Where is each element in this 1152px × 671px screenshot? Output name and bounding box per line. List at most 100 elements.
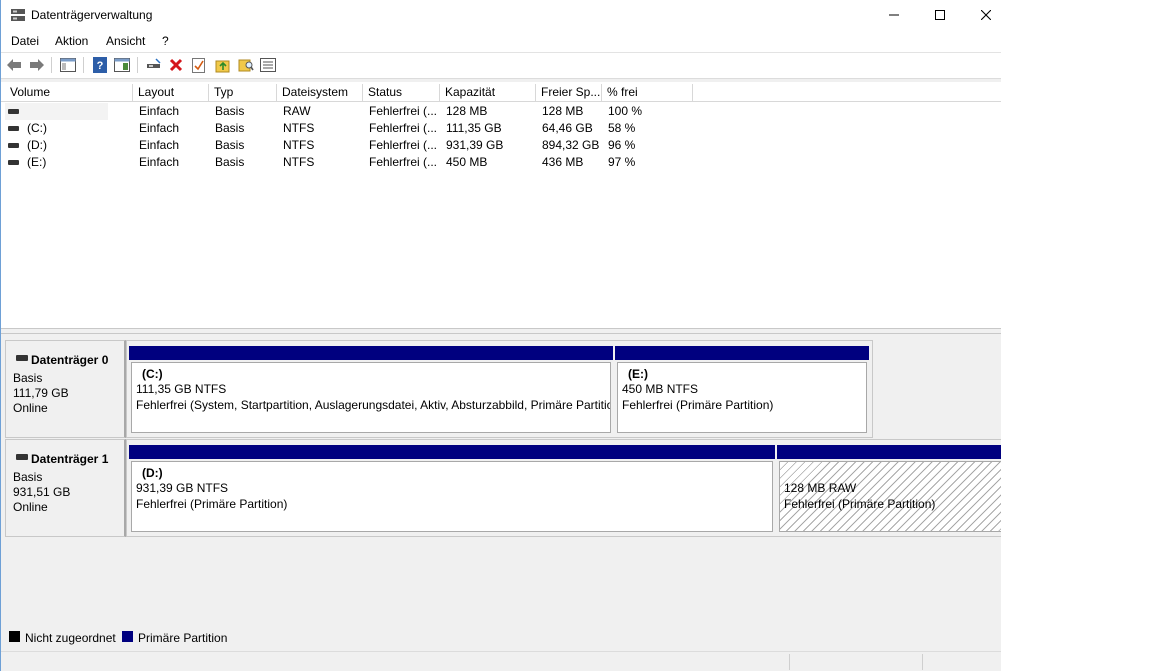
disk-0-name: Datenträger 0	[31, 353, 109, 367]
column-header-percent-free[interactable]: % frei	[602, 84, 693, 101]
menu-datei[interactable]: Datei	[11, 34, 39, 48]
show-hide-console-icon	[60, 58, 76, 72]
delete-icon	[169, 58, 183, 72]
cell-layout: Einfach	[139, 138, 180, 152]
column-header-type[interactable]: Typ	[209, 84, 277, 101]
properties-button[interactable]	[113, 56, 131, 74]
partition-d[interactable]: (D:) 931,39 GB NTFS Fehlerfrei (Primäre …	[129, 445, 775, 534]
cell-free-space: 894,32 GB	[542, 138, 600, 152]
cell-filesystem: RAW	[283, 104, 311, 118]
help-button[interactable]: ?	[91, 56, 109, 74]
disk-1-info[interactable]: Datenträger 1 Basis 931,51 GB Online	[5, 439, 126, 537]
partition-c-status: Fehlerfrei (System, Startpartition, Ausl…	[136, 398, 611, 412]
partition-d-body: (D:) 931,39 GB NTFS Fehlerfrei (Primäre …	[131, 461, 773, 532]
disk-1-type: Basis	[13, 470, 43, 484]
minimize-icon	[889, 14, 899, 16]
status-bar	[1, 651, 1001, 671]
table-row[interactable]: (C:) Einfach Basis NTFS Fehlerfrei (... …	[1, 120, 701, 137]
cell-free-space: 64,46 GB	[542, 121, 593, 135]
table-row[interactable]: Einfach Basis RAW Fehlerfrei (... 128 MB…	[1, 103, 701, 120]
forward-button[interactable]	[28, 56, 46, 74]
disk-1-state: Online	[13, 500, 48, 514]
cell-type: Basis	[215, 138, 245, 152]
disk-0-type: Basis	[13, 371, 43, 385]
volume-icon	[8, 160, 19, 165]
minimize-button[interactable]	[871, 0, 917, 30]
cell-free-space: 128 MB	[542, 104, 584, 118]
cell-free-space: 436 MB	[542, 155, 584, 169]
back-button[interactable]	[5, 56, 23, 74]
volume-icon	[8, 143, 19, 148]
legend-label-primary: Primäre Partition	[138, 631, 228, 645]
volume-list-header: Volume Layout Typ Dateisystem Status Kap…	[1, 84, 1001, 102]
primary-partition-bar	[777, 445, 1001, 459]
partition-raw-body: 128 MB RAW Fehlerfrei (Primäre Partition…	[779, 461, 1001, 532]
disk-0-info[interactable]: Datenträger 0 Basis 111,79 GB Online	[5, 340, 126, 438]
connect-button[interactable]	[145, 56, 163, 74]
title-bar: Datenträgerverwaltung	[1, 0, 1001, 30]
close-button[interactable]	[963, 0, 1001, 30]
check-button[interactable]	[190, 56, 208, 74]
list-view-button[interactable]	[259, 56, 277, 74]
cell-status: Fehlerfrei (...	[369, 104, 438, 118]
toolbar-separator	[137, 57, 138, 73]
column-header-filesystem[interactable]: Dateisystem	[277, 84, 363, 101]
row-selection-highlight	[5, 103, 108, 120]
cell-type: Basis	[215, 121, 245, 135]
folder-up-button[interactable]	[214, 56, 232, 74]
help-icon: ?	[93, 57, 107, 73]
volume-icon	[8, 109, 19, 114]
cell-volume: (E:)	[27, 155, 47, 169]
search-button[interactable]	[237, 56, 255, 74]
folder-up-icon	[215, 60, 230, 73]
partition-c-body: (C:) 111,35 GB NTFS Fehlerfrei (System, …	[131, 362, 611, 433]
close-icon	[981, 10, 991, 20]
toolbar-separator	[51, 57, 52, 73]
partition-raw[interactable]: 128 MB RAW Fehlerfrei (Primäre Partition…	[777, 445, 1001, 534]
primary-partition-bar	[615, 346, 869, 360]
connect-icon	[147, 58, 161, 68]
partition-e[interactable]: (E:) 450 MB NTFS Fehlerfrei (Primäre Par…	[615, 346, 869, 435]
partition-d-label: (D:)	[142, 466, 163, 480]
disk-0-size: 111,79 GB	[13, 386, 69, 400]
menu-help[interactable]: ?	[162, 34, 169, 48]
cell-percent-free: 96 %	[608, 138, 636, 152]
cell-type: Basis	[215, 104, 245, 118]
cell-capacity: 111,35 GB	[446, 121, 502, 135]
column-header-status[interactable]: Status	[363, 84, 440, 101]
partition-c-size: 111,35 GB NTFS	[136, 382, 227, 396]
menu-ansicht[interactable]: Ansicht	[106, 34, 145, 48]
status-bar-separator	[922, 654, 923, 670]
partition-c-label: (C:)	[142, 367, 163, 381]
cell-filesystem: NTFS	[283, 155, 315, 169]
column-header-capacity[interactable]: Kapazität	[440, 84, 536, 101]
disk-management-window: Datenträgerverwaltung Datei Aktion Ansic…	[0, 0, 1001, 671]
disk-1-name: Datenträger 1	[31, 452, 109, 466]
cell-percent-free: 100 %	[608, 104, 643, 118]
partition-e-label: (E:)	[628, 367, 648, 381]
maximize-icon	[935, 10, 945, 20]
show-hide-console-button[interactable]	[59, 56, 77, 74]
cell-capacity: 450 MB	[446, 155, 488, 169]
column-header-free-space[interactable]: Freier Sp...	[536, 84, 602, 101]
partition-e-size: 450 MB NTFS	[622, 382, 699, 396]
legend-label-unallocated: Nicht zugeordnet	[25, 631, 116, 645]
cell-volume: (C:)	[27, 121, 47, 135]
partition-e-status: Fehlerfrei (Primäre Partition)	[622, 398, 774, 412]
delete-button[interactable]	[167, 56, 185, 74]
partition-c[interactable]: (C:) 111,35 GB NTFS Fehlerfrei (System, …	[129, 346, 613, 435]
column-header-volume[interactable]: Volume	[5, 84, 133, 101]
menu-aktion[interactable]: Aktion	[55, 34, 88, 48]
toolbar: ?	[1, 53, 1001, 79]
disk-1-partitions: (D:) 931,39 GB NTFS Fehlerfrei (Primäre …	[126, 439, 1001, 537]
maximize-button[interactable]	[917, 0, 963, 30]
cell-capacity: 128 MB	[446, 104, 488, 118]
check-icon	[192, 58, 205, 73]
primary-partition-bar	[129, 346, 613, 360]
window-title: Datenträgerverwaltung	[31, 8, 153, 22]
cell-layout: Einfach	[139, 121, 180, 135]
svg-text:?: ?	[97, 60, 104, 72]
column-header-layout[interactable]: Layout	[133, 84, 209, 101]
table-row[interactable]: (E:) Einfach Basis NTFS Fehlerfrei (... …	[1, 154, 701, 171]
table-row[interactable]: (D:) Einfach Basis NTFS Fehlerfrei (... …	[1, 137, 701, 154]
